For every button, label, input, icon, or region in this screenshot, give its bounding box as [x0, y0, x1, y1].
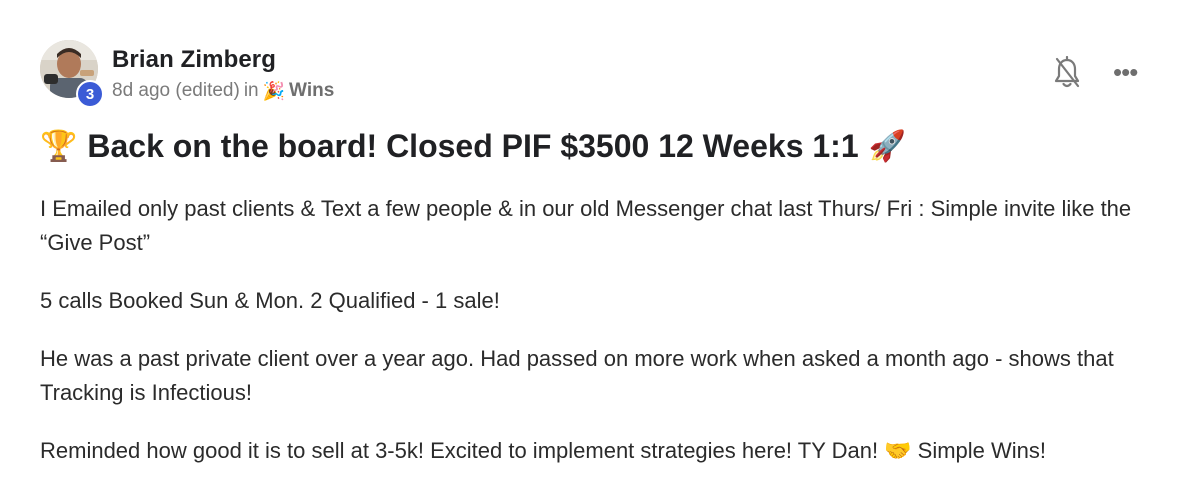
post-header: 3 Brian Zimberg 8d ago (edited) in 🎉 Win…	[40, 38, 1160, 108]
bell-off-svg	[1054, 55, 1080, 88]
category-link[interactable]: Wins	[289, 80, 334, 102]
rocket-icon: 🚀	[868, 130, 906, 163]
post-meta: 8d ago (edited) in 🎉 Wins	[112, 80, 334, 102]
post-title-text: Back on the board! Closed PIF $3500 12 W…	[87, 128, 859, 164]
meta-in: in	[243, 80, 259, 101]
level-number: 3	[85, 85, 95, 103]
post-card: 3 Brian Zimberg 8d ago (edited) in 🎉 Win…	[0, 0, 1200, 502]
author-avatar[interactable]: 3	[40, 40, 104, 108]
post-title: 🏆 Back on the board! Closed PIF $3500 12…	[40, 128, 906, 165]
post-time: 8d ago (edited)	[112, 80, 240, 101]
post-paragraph: I Emailed only past clients & Text a few…	[40, 196, 1132, 255]
level-badge: 3	[76, 80, 104, 108]
party-popper-icon: 🎉	[262, 80, 286, 101]
more-horizontal-icon[interactable]: •••	[1113, 59, 1143, 85]
author-name[interactable]: Brian Zimberg	[112, 46, 276, 74]
post-paragraph: 5 calls Booked Sun & Mon. 2 Qualified - …	[40, 288, 500, 313]
post-paragraph: Reminded how good it is to sell at 3-5k!…	[40, 438, 1047, 463]
trophy-icon: 🏆	[40, 130, 78, 163]
post-paragraph: He was a past private client over a year…	[40, 346, 1114, 405]
post-body: I Emailed only past clients & Text a few…	[40, 192, 1170, 492]
bell-off-icon[interactable]	[1052, 55, 1082, 90]
